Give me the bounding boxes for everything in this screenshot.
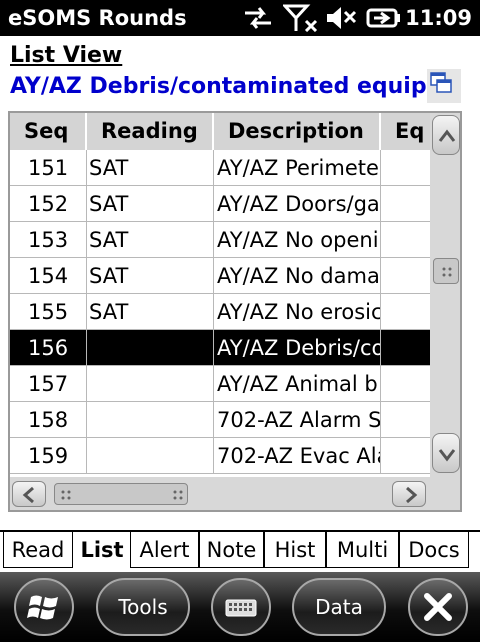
seq-cell: 157 xyxy=(10,366,87,402)
tab-read[interactable]: Read xyxy=(3,532,73,568)
chevron-right-icon xyxy=(406,486,418,504)
eq-cell xyxy=(381,330,430,366)
tab-docs[interactable]: Docs xyxy=(399,532,469,568)
reading-cell: SAT xyxy=(87,186,214,222)
vertical-scroll-thumb[interactable] xyxy=(433,258,459,284)
vertical-scrollbar[interactable] xyxy=(430,113,460,477)
reading-cell: SAT xyxy=(87,258,214,294)
description-cell: AY/AZ No dama xyxy=(214,258,381,294)
description-cell: 702-AZ Evac Ala xyxy=(214,438,381,474)
keyboard-icon xyxy=(225,599,257,617)
scroll-right-button[interactable] xyxy=(392,481,426,507)
signal-off-icon[interactable] xyxy=(281,4,319,33)
chevron-down-icon xyxy=(438,449,456,462)
seq-cell: 151 xyxy=(10,150,87,186)
reading-cell: SAT xyxy=(87,222,214,258)
table-row[interactable]: 151 SAT AY/AZ Perimete xyxy=(10,150,430,186)
description-cell: AY/AZ Debris/co xyxy=(214,330,381,366)
reading-cell xyxy=(87,366,214,402)
seq-cell: 159 xyxy=(10,438,87,474)
close-button[interactable] xyxy=(408,578,468,636)
round-title: AY/AZ Debris/contaminated equip xyxy=(10,74,427,99)
table-row[interactable]: 153 SAT AY/AZ No openi xyxy=(10,222,430,258)
table-row[interactable]: 152 SAT AY/AZ Doors/ga xyxy=(10,186,430,222)
volume-muted-icon[interactable] xyxy=(325,4,357,32)
seq-cell: 156 xyxy=(10,330,87,366)
tools-button[interactable]: Tools xyxy=(96,578,190,636)
table-row[interactable]: 154 SAT AY/AZ No dama xyxy=(10,258,430,294)
app-title: eSOMS Rounds xyxy=(8,6,187,30)
tab-note[interactable]: Note xyxy=(199,532,264,568)
eq-cell xyxy=(381,258,430,294)
chevron-left-icon xyxy=(22,486,34,504)
grid-body: 151 SAT AY/AZ Perimete 152 SAT AY/AZ Doo… xyxy=(10,150,430,477)
scroll-up-button[interactable] xyxy=(432,115,460,155)
tab-list[interactable]: List xyxy=(74,532,130,568)
reading-cell: SAT xyxy=(87,294,214,330)
data-button[interactable]: Data xyxy=(292,578,386,636)
reading-cell: SAT xyxy=(87,150,214,186)
reading-cell xyxy=(87,438,214,474)
eq-cell xyxy=(381,402,430,438)
eq-cell xyxy=(381,186,430,222)
seq-cell: 153 xyxy=(10,222,87,258)
column-header-eq[interactable]: Eq xyxy=(381,113,430,150)
seq-cell: 152 xyxy=(10,186,87,222)
copy-icon xyxy=(430,72,452,93)
table-row[interactable]: 158 702-AZ Alarm S xyxy=(10,402,430,438)
description-cell: AY/AZ Doors/ga xyxy=(214,186,381,222)
data-sync-icon[interactable] xyxy=(241,4,275,32)
clock: 11:09 xyxy=(405,6,472,30)
softkey-bar: Tools Data xyxy=(0,572,480,642)
table-row-selected[interactable]: 156 AY/AZ Debris/co xyxy=(10,330,430,366)
reading-cell xyxy=(87,330,214,366)
eq-cell xyxy=(381,150,430,186)
description-cell: AY/AZ No erosic xyxy=(214,294,381,330)
battery-charging-icon[interactable] xyxy=(366,4,402,32)
grip-icon xyxy=(61,490,183,500)
start-button[interactable] xyxy=(14,578,74,636)
seq-cell: 154 xyxy=(10,258,87,294)
scroll-down-button[interactable] xyxy=(432,433,460,473)
chevron-up-icon xyxy=(438,129,456,142)
description-cell: AY/AZ Animal b xyxy=(214,366,381,402)
close-icon xyxy=(424,593,452,621)
scroll-left-button[interactable] xyxy=(12,481,46,507)
reading-cell xyxy=(87,402,214,438)
scrollbar-corner xyxy=(430,477,460,510)
tab-multi[interactable]: Multi xyxy=(326,532,399,568)
description-cell: 702-AZ Alarm S xyxy=(214,402,381,438)
copy-button[interactable] xyxy=(427,69,461,103)
column-header-description[interactable]: Description xyxy=(214,113,381,150)
tab-hist[interactable]: Hist xyxy=(264,532,326,568)
eq-cell xyxy=(381,438,430,474)
grid-header: Seq Reading Description Eq xyxy=(10,113,430,150)
windows-start-icon xyxy=(27,595,58,620)
column-header-reading[interactable]: Reading xyxy=(87,113,214,150)
table-row[interactable]: 159 702-AZ Evac Ala xyxy=(10,438,430,474)
tab-bar: Read List Alert Note Hist Multi Docs xyxy=(0,530,480,572)
table-row[interactable]: 157 AY/AZ Animal b xyxy=(10,366,430,402)
horizontal-scroll-thumb[interactable] xyxy=(54,483,188,505)
page-title: List View xyxy=(10,43,123,68)
horizontal-scrollbar[interactable] xyxy=(10,477,430,510)
tab-alert[interactable]: Alert xyxy=(130,532,199,568)
eq-cell xyxy=(381,294,430,330)
column-header-seq[interactable]: Seq xyxy=(10,113,87,150)
status-bar: eSOMS Rounds 11:09 xyxy=(0,0,480,36)
table-row[interactable]: 155 SAT AY/AZ No erosic xyxy=(10,294,430,330)
description-cell: AY/AZ No openi xyxy=(214,222,381,258)
rounds-list-grid[interactable]: Seq Reading Description Eq 151 SAT AY/AZ… xyxy=(8,111,462,512)
description-cell: AY/AZ Perimete xyxy=(214,150,381,186)
grip-icon xyxy=(442,267,452,277)
seq-cell: 158 xyxy=(10,402,87,438)
eq-cell xyxy=(381,222,430,258)
keyboard-button[interactable] xyxy=(211,578,271,636)
eq-cell xyxy=(381,366,430,402)
seq-cell: 155 xyxy=(10,294,87,330)
